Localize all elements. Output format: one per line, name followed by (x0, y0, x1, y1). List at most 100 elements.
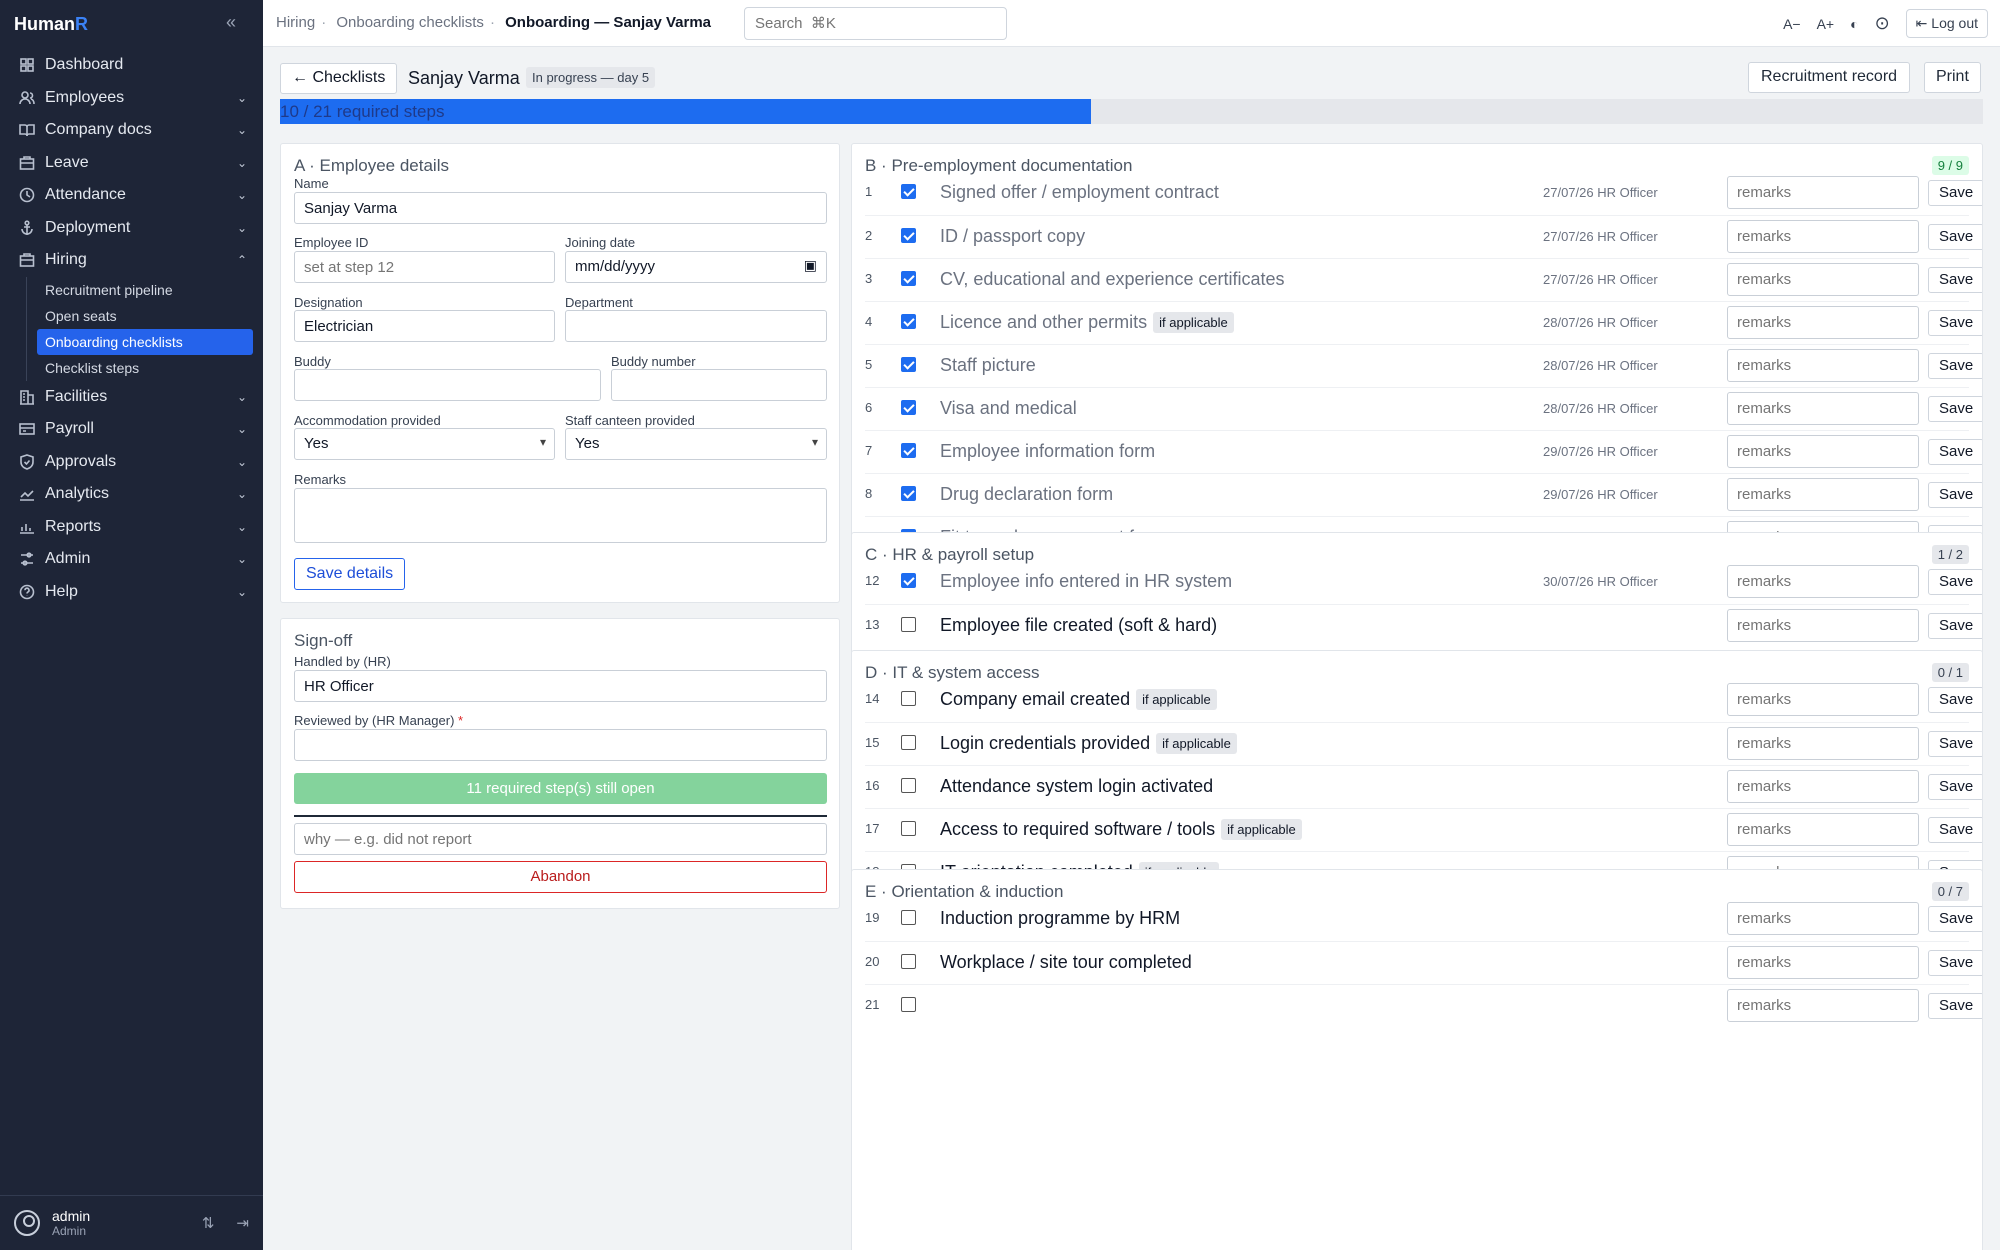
abandon-button[interactable]: Abandon (294, 861, 827, 893)
recruitment-record-button[interactable]: Recruitment record (1748, 62, 1911, 93)
sidebar-item-admin[interactable]: Admin ⌄ (0, 543, 263, 576)
step-remarks-input[interactable] (1727, 989, 1919, 1022)
sign-out-icon[interactable]: ⇥ (236, 1214, 249, 1232)
print-button[interactable]: Print (1924, 62, 1981, 93)
sidebar-item-analytics[interactable]: Analytics ⌄ (0, 478, 263, 511)
sidebar-item-leave[interactable]: Leave ⌄ (0, 147, 263, 180)
step-checkbox[interactable] (901, 443, 916, 458)
step-checkbox[interactable] (901, 954, 916, 969)
buddy-field[interactable] (294, 369, 601, 401)
step-save-button[interactable]: Save (1928, 482, 1982, 508)
sidebar-item-deployment[interactable]: Deployment ⌄ (0, 212, 263, 245)
accommodation-select[interactable]: Yes (294, 428, 555, 460)
step-remarks-input[interactable] (1727, 306, 1919, 339)
step-checkbox[interactable] (901, 228, 916, 243)
sidebar-item-approvals[interactable]: Approvals ⌄ (0, 446, 263, 479)
step-remarks-input[interactable] (1727, 220, 1919, 253)
step-remarks-input[interactable] (1727, 770, 1919, 803)
step-remarks-input[interactable] (1727, 902, 1919, 935)
step-save-button[interactable]: Save (1928, 731, 1982, 757)
step-remarks-input[interactable] (1727, 435, 1919, 468)
step-checkbox[interactable] (901, 486, 916, 501)
department-field[interactable] (565, 310, 827, 342)
app-logo[interactable]: HumanR (14, 14, 88, 35)
step-save-button[interactable]: Save (1928, 993, 1982, 1019)
step-checkbox[interactable] (901, 910, 916, 925)
step-remarks-input[interactable] (1727, 565, 1919, 598)
profile-icon[interactable]: ⊙ (1875, 13, 1890, 34)
step-remarks-input[interactable] (1727, 392, 1919, 425)
sidebar-item-reports[interactable]: Reports ⌄ (0, 511, 263, 544)
step-save-button[interactable]: Save (1928, 224, 1982, 250)
sidebar-subitem-onboarding-checklists[interactable]: Onboarding checklists (37, 328, 253, 355)
search-input[interactable] (744, 7, 1007, 40)
step-checkbox[interactable] (901, 997, 916, 1012)
designation-field[interactable] (294, 310, 555, 342)
calendar-icon[interactable]: ▣ (804, 257, 817, 274)
collapse-sidebar-icon[interactable]: « (226, 12, 236, 33)
handled-by-field[interactable] (294, 670, 827, 702)
step-checkbox[interactable] (901, 573, 916, 588)
step-save-button[interactable]: Save (1928, 906, 1982, 932)
remarks-textarea[interactable] (294, 488, 827, 543)
step-checkbox[interactable] (901, 821, 916, 836)
step-save-button[interactable]: Save (1928, 310, 1982, 336)
step-save-button[interactable]: Save (1928, 396, 1982, 422)
save-details-button[interactable]: Save details (294, 558, 406, 590)
avatar[interactable] (14, 1210, 40, 1236)
step-save-button[interactable]: Save (1928, 774, 1982, 800)
step-checkbox[interactable] (901, 271, 916, 286)
step-save-button[interactable]: Save (1928, 687, 1982, 713)
step-save-button[interactable]: Save (1928, 439, 1982, 465)
reviewed-by-field[interactable] (294, 729, 827, 761)
step-checkbox[interactable] (901, 735, 916, 750)
step-checkbox[interactable] (901, 184, 916, 199)
back-to-checklists-button[interactable]: ← Checklists (280, 63, 398, 94)
step-remarks-input[interactable] (1727, 176, 1919, 209)
step-remarks-input[interactable] (1727, 263, 1919, 296)
step-remarks-input[interactable] (1727, 478, 1919, 511)
step-save-button[interactable]: Save (1928, 950, 1982, 976)
sidebar-item-facilities[interactable]: Facilities ⌄ (0, 381, 263, 414)
step-save-button[interactable]: Save (1928, 569, 1982, 595)
sidebar-item-company-docs[interactable]: Company docs ⌄ (0, 114, 263, 147)
sidebar-item-dashboard[interactable]: Dashboard (0, 49, 263, 82)
joining-date-field[interactable]: mm/dd/yyyy ▣ (565, 251, 827, 283)
sidebar-item-employees[interactable]: Employees ⌄ (0, 82, 263, 115)
font-smaller-button[interactable]: A− (1783, 16, 1801, 32)
step-remarks-input[interactable] (1727, 609, 1919, 642)
abandon-reason-field[interactable] (294, 823, 827, 855)
step-checkbox[interactable] (901, 314, 916, 329)
sidebar-subitem-open-seats[interactable]: Open seats (27, 303, 253, 329)
logout-button[interactable]: ⇤ Log out (1905, 9, 1988, 38)
step-remarks-input[interactable] (1727, 349, 1919, 382)
canteen-select[interactable]: Yes (565, 428, 827, 460)
sidebar-item-hiring[interactable]: Hiring ⌃ (0, 244, 263, 277)
sidebar-subitem-checklist-steps[interactable]: Checklist steps (27, 355, 253, 381)
step-save-button[interactable]: Save (1928, 267, 1982, 293)
buddy-number-field[interactable] (611, 369, 827, 401)
sidebar-item-help[interactable]: Help ⌄ (0, 576, 263, 609)
step-save-button[interactable]: Save (1928, 613, 1982, 639)
step-checkbox[interactable] (901, 400, 916, 415)
step-checkbox[interactable] (901, 617, 916, 632)
step-checkbox[interactable] (901, 691, 916, 706)
complete-button[interactable]: 11 required step(s) still open (294, 773, 827, 804)
breadcrumb-hiring[interactable]: Hiring (276, 14, 315, 31)
step-remarks-input[interactable] (1727, 946, 1919, 979)
sidebar-subitem-recruitment-pipeline[interactable]: Recruitment pipeline (27, 277, 253, 303)
sidebar-item-attendance[interactable]: Attendance ⌄ (0, 179, 263, 212)
step-save-button[interactable]: Save (1928, 817, 1982, 843)
theme-toggle-icon[interactable]: ◐ (1850, 16, 1858, 32)
employee-id-field[interactable] (294, 251, 555, 283)
step-remarks-input[interactable] (1727, 727, 1919, 760)
name-field[interactable] (294, 192, 827, 224)
step-remarks-input[interactable] (1727, 683, 1919, 716)
switch-user-icon[interactable]: ⇅ (202, 1214, 215, 1232)
step-save-button[interactable]: Save (1928, 353, 1982, 379)
step-save-button[interactable]: Save (1928, 180, 1982, 206)
step-remarks-input[interactable] (1727, 813, 1919, 846)
step-checkbox[interactable] (901, 778, 916, 793)
step-checkbox[interactable] (901, 357, 916, 372)
font-larger-button[interactable]: A+ (1817, 16, 1835, 32)
